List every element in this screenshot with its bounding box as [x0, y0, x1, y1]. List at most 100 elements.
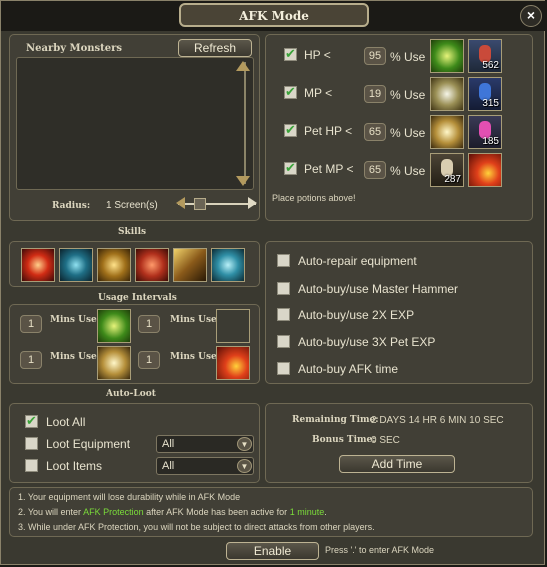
afk-protection-term: AFK Protection [83, 507, 144, 517]
pet-hp-skill-icon[interactable] [430, 115, 464, 149]
hp-potion-slot[interactable]: 562 [468, 39, 502, 73]
mp-skill-icon[interactable] [430, 77, 464, 111]
interval-skill-3[interactable] [97, 346, 131, 380]
hp-checkbox[interactable] [284, 46, 297, 62]
hp-skill-icon[interactable] [430, 39, 464, 73]
note-line-2: 2. You will enter AFK Protection after A… [18, 507, 327, 517]
skill-slot-5[interactable] [173, 248, 207, 282]
interval-input-2[interactable]: 1 [138, 315, 160, 333]
loot-equipment-label: Loot Equipment [46, 437, 131, 451]
loot-all-checkbox[interactable] [25, 413, 38, 429]
usage-panel: 1 Mins Use 1 Mins Use 1 Mins Use 1 Mins … [9, 304, 260, 384]
chevron-down-icon[interactable]: ▼ [237, 437, 252, 451]
slider-left-icon[interactable] [176, 197, 185, 209]
slider-right-icon[interactable] [248, 197, 257, 209]
hp-percent-input[interactable]: 95 [364, 47, 386, 65]
bonus-time-value: 0 SEC [371, 435, 400, 446]
note-line-2-part-2: after AFK Mode has been active for [143, 507, 290, 517]
interval-input-3[interactable]: 1 [20, 351, 42, 369]
monster-list[interactable] [16, 57, 254, 190]
refresh-button[interactable]: Refresh [178, 39, 252, 57]
monsters-panel: Nearby Monsters Refresh Radius: 1 Screen… [9, 34, 260, 221]
pet-hp-checkbox[interactable] [284, 122, 297, 138]
loot-items-select[interactable]: All ▼ [156, 457, 254, 475]
radius-value: 1 Screen(s) [106, 200, 158, 211]
slider-thumb[interactable] [194, 198, 206, 210]
pet-exp-3x-checkbox[interactable] [277, 335, 290, 348]
window-title: AFK Mode [179, 3, 369, 27]
scrollbar-track[interactable] [244, 62, 246, 184]
master-hammer-label: Auto-buy/use Master Hammer [298, 282, 459, 296]
pet-mp-potion-slot[interactable]: 287 [430, 153, 464, 187]
pet-hp-use-label: % Use [390, 126, 426, 140]
title-bar: AFK Mode × [1, 1, 546, 31]
pet-mp-checkbox[interactable] [284, 160, 297, 176]
potion-note: Place potions above! [272, 193, 356, 203]
pet-hp-potion-slot[interactable]: 185 [468, 115, 502, 149]
afk-time-label: Auto-buy AFK time [298, 362, 399, 376]
hp-label: HP < [304, 48, 331, 62]
enable-hint: Press '.' to enter AFK Mode [325, 545, 434, 555]
radius-slider[interactable] [178, 203, 256, 205]
usage-intervals-label: Usage Intervals [98, 293, 177, 303]
skill-slot-1[interactable] [21, 248, 55, 282]
scroll-up-icon[interactable] [236, 61, 250, 71]
loot-equipment-checkbox[interactable] [25, 437, 38, 450]
skills-label: Skills [118, 227, 147, 237]
loot-panel: Loot All Loot Equipment All ▼ Loot Items… [9, 403, 260, 483]
mins-use-label: Mins Use [170, 352, 217, 362]
hp-use-label: % Use [390, 50, 426, 64]
interval-skill-1[interactable] [97, 309, 131, 343]
pet-hp-label: Pet HP < [304, 124, 353, 138]
loot-items-label: Loot Items [46, 459, 103, 473]
pet-hp-percent-input[interactable]: 65 [364, 123, 386, 141]
mp-potion-qty: 315 [482, 98, 499, 109]
scroll-down-icon[interactable] [236, 176, 250, 186]
exp-2x-checkbox[interactable] [277, 308, 290, 321]
mp-use-label: % Use [390, 88, 426, 102]
chevron-down-icon[interactable]: ▼ [237, 459, 252, 473]
loot-equipment-value: All [162, 438, 175, 450]
afk-time-checkbox[interactable] [277, 362, 290, 375]
interval-skill-4[interactable] [216, 346, 250, 380]
nearby-monsters-label: Nearby Monsters [26, 43, 123, 54]
close-icon[interactable]: × [520, 5, 542, 27]
pet-mp-percent-input[interactable]: 65 [364, 161, 386, 179]
skill-slot-6[interactable] [211, 248, 245, 282]
pet-mp-potion-qty: 287 [444, 174, 461, 185]
note-line-2-part-3: . [324, 507, 327, 517]
note-line-2-part-1: 2. You will enter [18, 507, 84, 517]
mp-percent-input[interactable]: 19 [364, 85, 386, 103]
loot-items-value: All [162, 460, 175, 472]
skill-slot-2[interactable] [59, 248, 93, 282]
notes-panel: 1. Your equipment will lose durability w… [9, 487, 533, 537]
mins-use-label: Mins Use [50, 352, 97, 362]
note-line-1: 1. Your equipment will lose durability w… [18, 492, 241, 502]
mp-potion-slot[interactable]: 315 [468, 77, 502, 111]
mp-label: MP < [304, 86, 333, 100]
pet-exp-3x-label: Auto-buy/use 3X Pet EXP [298, 335, 436, 349]
interval-skill-2-empty[interactable] [216, 309, 250, 343]
enable-button[interactable]: Enable [226, 542, 319, 560]
interval-input-1[interactable]: 1 [20, 315, 42, 333]
mp-checkbox[interactable] [284, 84, 297, 100]
master-hammer-checkbox[interactable] [277, 282, 290, 295]
time-panel: Remaining Time: 2 DAYS 14 HR 6 MIN 10 SE… [265, 403, 533, 483]
pet-mp-skill-icon[interactable] [468, 153, 502, 187]
loot-items-checkbox[interactable] [25, 459, 38, 472]
mins-use-label: Mins Use [50, 315, 97, 325]
auto-repair-checkbox[interactable] [277, 254, 290, 267]
hp-potion-qty: 562 [482, 60, 499, 71]
loot-equipment-select[interactable]: All ▼ [156, 435, 254, 453]
pet-mp-use-label: % Use [390, 164, 426, 178]
skill-slot-4[interactable] [135, 248, 169, 282]
bonus-time-label: Bonus Time: [312, 435, 376, 445]
skill-slot-3[interactable] [97, 248, 131, 282]
interval-input-4[interactable]: 1 [138, 351, 160, 369]
exp-2x-label: Auto-buy/use 2X EXP [298, 308, 415, 322]
auto-repair-label: Auto-repair equipment [298, 254, 417, 268]
remaining-time-label: Remaining Time: [292, 415, 379, 425]
pet-mp-label: Pet MP < [304, 162, 354, 176]
add-time-button[interactable]: Add Time [339, 455, 455, 473]
note-line-3: 3. While under AFK Protection, you will … [18, 522, 375, 532]
